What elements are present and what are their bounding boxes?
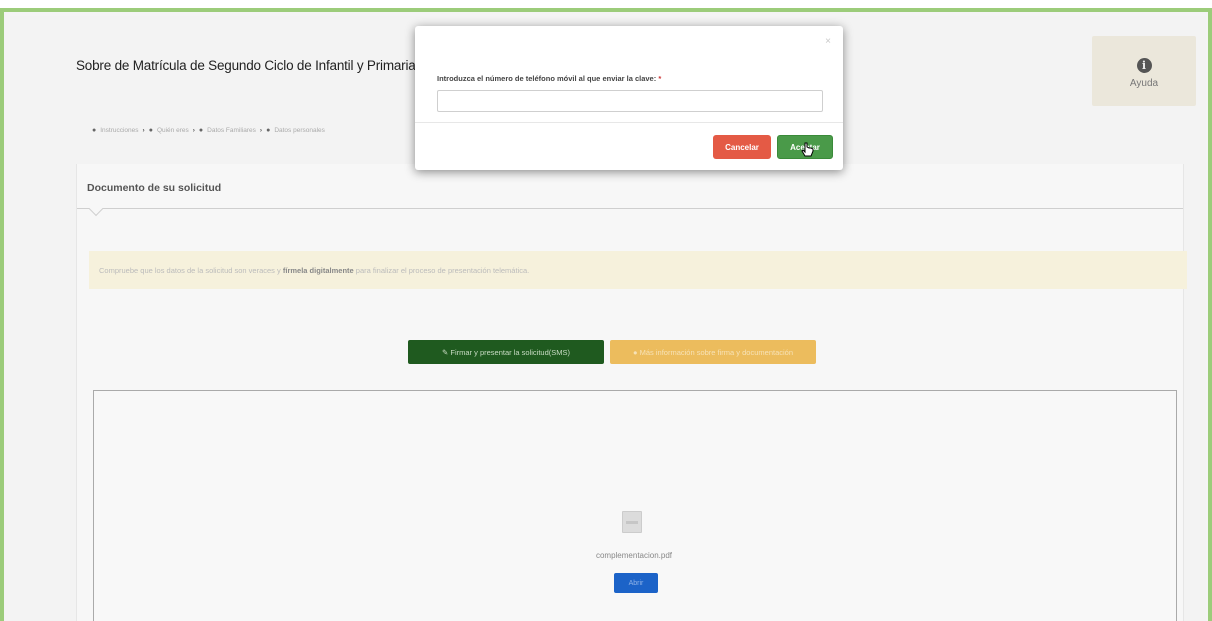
step-icon: ● — [148, 127, 153, 134]
panel-title: Documento de su solicitud — [87, 182, 222, 194]
close-icon[interactable]: × — [825, 36, 831, 47]
document-viewer: complementacion.pdf Abrir — [93, 390, 1177, 621]
page-title: Sobre de Matrícula de Segundo Ciclo de I… — [76, 58, 416, 73]
breadcrumb-item-datos-familiares[interactable]: Datos Familiares — [207, 127, 256, 134]
required-marker: * — [658, 74, 662, 83]
notice-text-before: Compruebe que los datos de la solicitud … — [99, 266, 283, 275]
notice-text-after: para finalizar el proceso de presentació… — [353, 266, 530, 275]
chevron-right-icon: › — [142, 127, 145, 134]
open-file-button[interactable]: Abrir — [614, 573, 658, 593]
modal-divider — [415, 122, 843, 123]
phone-number-input[interactable] — [437, 90, 823, 112]
file-icon — [622, 511, 642, 533]
help-button[interactable]: i Ayuda — [1092, 36, 1196, 106]
document-panel: Documento de su solicitud Compruebe que … — [76, 164, 1187, 621]
notice-emphasis: fírmela digitalmente — [282, 266, 354, 275]
notice-banner: Compruebe que los datos de la solicitud … — [89, 251, 1187, 289]
sign-button-label: Firmar y presentar la solicitud(SMS) — [450, 347, 570, 357]
info-icon: i — [1136, 58, 1152, 73]
hand-cursor-icon — [801, 142, 814, 157]
step-icon: ● — [198, 127, 204, 134]
step-icon: ● — [266, 127, 271, 134]
step-icon: ● — [92, 127, 97, 134]
cancel-button[interactable]: Cancelar — [713, 135, 771, 159]
breadcrumb-item-quien-eres[interactable]: Quién eres — [157, 127, 189, 134]
more-info-button-label: Más información sobre firma y documentac… — [639, 347, 794, 357]
chevron-right-icon: › — [192, 127, 195, 134]
file-name: complementacion.pdf — [595, 551, 673, 560]
info-icon: ● — [632, 347, 640, 357]
phone-number-modal: × Introduzca el número de teléfono móvil… — [415, 26, 843, 170]
breadcrumb-item-instrucciones[interactable]: Instrucciones — [100, 127, 138, 134]
breadcrumb-item-datos-personales[interactable]: Datos personales — [274, 127, 325, 134]
phone-field-label: Introduzca el número de teléfono móvil a… — [437, 74, 661, 83]
panel-notch — [88, 201, 104, 217]
help-label: Ayuda — [1129, 78, 1159, 89]
action-buttons: ✎ Firmar y presentar la solicitud(SMS) ●… — [408, 340, 816, 364]
sign-and-submit-button[interactable]: ✎ Firmar y presentar la solicitud(SMS) — [408, 340, 604, 364]
chevron-right-icon: › — [259, 127, 263, 134]
breadcrumb: ● Instrucciones › ● Quién eres › ● Datos… — [92, 127, 325, 134]
more-info-button[interactable]: ● Más información sobre firma y document… — [610, 340, 816, 364]
phone-field-label-text: Introduzca el número de teléfono móvil a… — [437, 74, 657, 83]
panel-header: Documento de su solicitud — [77, 164, 1183, 217]
